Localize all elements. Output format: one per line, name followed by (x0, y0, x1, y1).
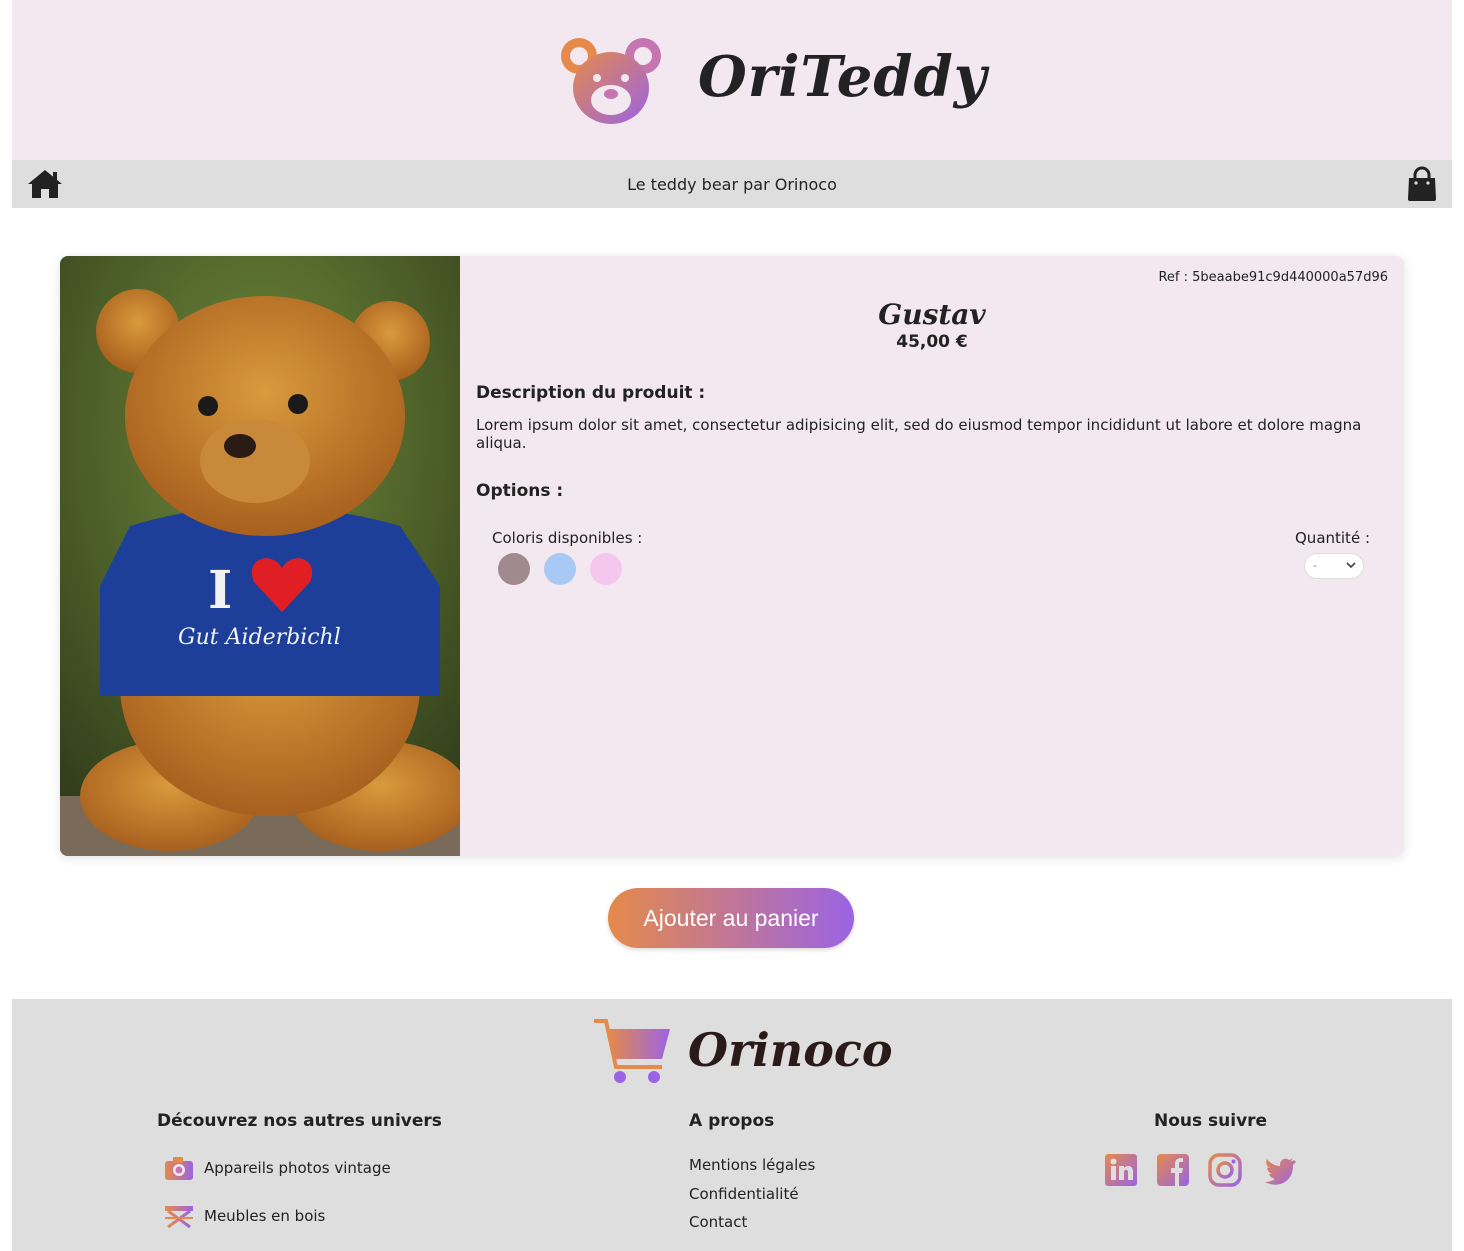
footer-link-furniture[interactable]: Meubles en bois (204, 1207, 325, 1225)
product-price: 45,00 € (896, 332, 968, 352)
site-header: OriTeddy (12, 0, 1452, 160)
nav-bar: Le teddy bear par Orinoco (12, 160, 1452, 208)
nav-tagline: Le teddy bear par Orinoco (627, 175, 837, 194)
description-title: Description du produit : (476, 383, 706, 403)
footer-link-legal[interactable]: Mentions légales (689, 1156, 815, 1174)
shopping-bag-icon[interactable] (1406, 166, 1438, 202)
instagram-icon[interactable] (1208, 1153, 1242, 1187)
product-photo: I Gut Aiderbichl (60, 256, 460, 856)
color-swatches (498, 553, 622, 585)
options-title: Options : (476, 481, 564, 501)
color-swatch-0[interactable] (498, 553, 530, 585)
footer-col-follow-title: Nous suivre (1154, 1111, 1268, 1131)
footer-link-privacy[interactable]: Confidentialité (689, 1185, 799, 1203)
teddy-logo-icon (561, 38, 661, 124)
camera-icon (165, 1157, 193, 1180)
footer-brand: Orinoco (688, 1023, 893, 1077)
footer-col-universes-title: Découvrez nos autres univers (157, 1111, 442, 1131)
product-card: I Gut Aiderbichl Ref : 5beaabe91c9d44000… (60, 256, 1404, 856)
footer-col-about-title: A propos (689, 1111, 775, 1131)
footer-link-contact[interactable]: Contact (689, 1213, 747, 1231)
brand-name: OriTeddy (698, 44, 988, 110)
twitter-icon[interactable] (1262, 1153, 1296, 1187)
linkedin-icon[interactable] (1104, 1153, 1138, 1187)
add-to-cart-button[interactable]: Ajouter au panier (608, 888, 854, 948)
product-ref: Ref : 5beaabe91c9d440000a57d96 (1158, 270, 1388, 285)
facebook-icon[interactable] (1156, 1153, 1190, 1187)
footer-link-cameras[interactable]: Appareils photos vintage (204, 1159, 391, 1177)
quantity-select[interactable]: - (1304, 553, 1364, 579)
chevron-down-icon (1346, 562, 1356, 569)
site-footer: Orinoco Découvrez nos autres univers App… (12, 999, 1452, 1251)
cart-logo-icon (594, 1019, 670, 1083)
product-name: Gustav (878, 298, 986, 331)
color-swatch-1[interactable] (544, 553, 576, 585)
color-swatch-2[interactable] (590, 553, 622, 585)
shirt-caption: Gut Aiderbichl (178, 625, 341, 650)
colors-label: Coloris disponibles : (492, 529, 643, 547)
quantity-label: Quantité : (1295, 529, 1370, 547)
description-text: Lorem ipsum dolor sit amet, consectetur … (476, 416, 1362, 452)
quantity-value: - (1313, 559, 1317, 572)
shirt-letter: I (208, 560, 232, 621)
furniture-icon (165, 1206, 193, 1229)
